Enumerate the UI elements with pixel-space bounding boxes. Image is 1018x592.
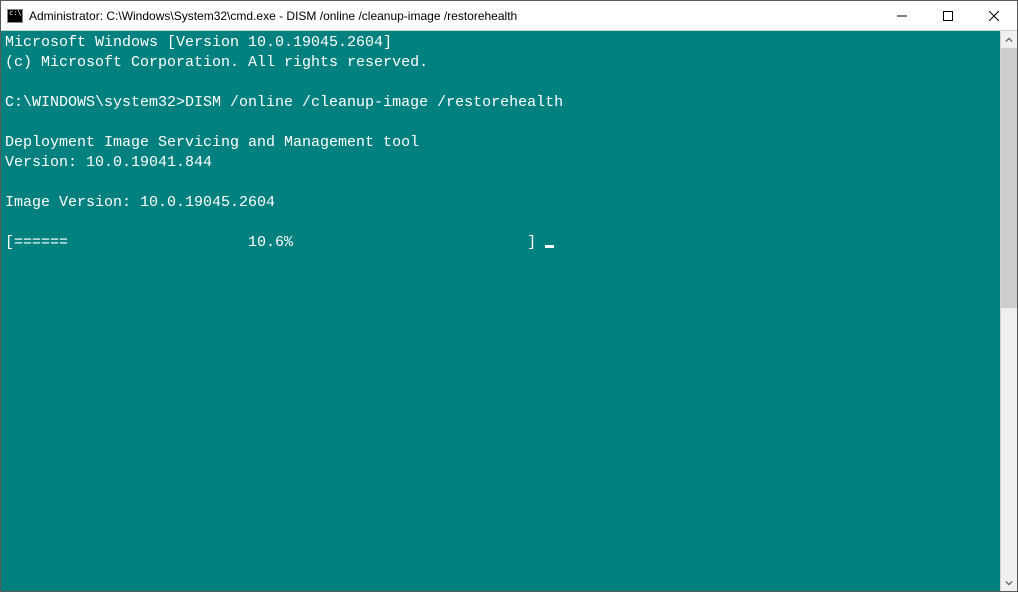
maximize-button[interactable] — [925, 1, 971, 30]
terminal-area: Microsoft Windows [Version 10.0.19045.26… — [1, 31, 1017, 591]
window-controls — [879, 1, 1017, 30]
output-line: Image Version: 10.0.19045.2604 — [5, 194, 275, 211]
output-line: C:\WINDOWS\system32>DISM /online /cleanu… — [5, 94, 563, 111]
cmd-window: Administrator: C:\Windows\System32\cmd.e… — [0, 0, 1018, 592]
minimize-button[interactable] — [879, 1, 925, 30]
cmd-icon — [7, 9, 23, 23]
output-line: Version: 10.0.19041.844 — [5, 154, 212, 171]
progress-line: [====== 10.6% ] — [5, 234, 545, 251]
vertical-scrollbar[interactable] — [1000, 31, 1017, 591]
titlebar-left: Administrator: C:\Windows\System32\cmd.e… — [7, 9, 517, 23]
minimize-icon — [897, 11, 907, 21]
chevron-down-icon — [1005, 579, 1013, 587]
chevron-up-icon — [1005, 36, 1013, 44]
scroll-down-button[interactable] — [1001, 574, 1017, 591]
cursor — [545, 245, 554, 248]
scroll-thumb[interactable] — [1001, 48, 1017, 308]
scroll-up-button[interactable] — [1001, 31, 1017, 48]
close-button[interactable] — [971, 1, 1017, 30]
maximize-icon — [943, 11, 953, 21]
close-icon — [989, 11, 999, 21]
output-line: (c) Microsoft Corporation. All rights re… — [5, 54, 428, 71]
titlebar[interactable]: Administrator: C:\Windows\System32\cmd.e… — [1, 1, 1017, 31]
output-line: Microsoft Windows [Version 10.0.19045.26… — [5, 34, 392, 51]
terminal-output[interactable]: Microsoft Windows [Version 10.0.19045.26… — [1, 31, 1000, 591]
output-line: Deployment Image Servicing and Managemen… — [5, 134, 419, 151]
window-title: Administrator: C:\Windows\System32\cmd.e… — [29, 9, 517, 23]
